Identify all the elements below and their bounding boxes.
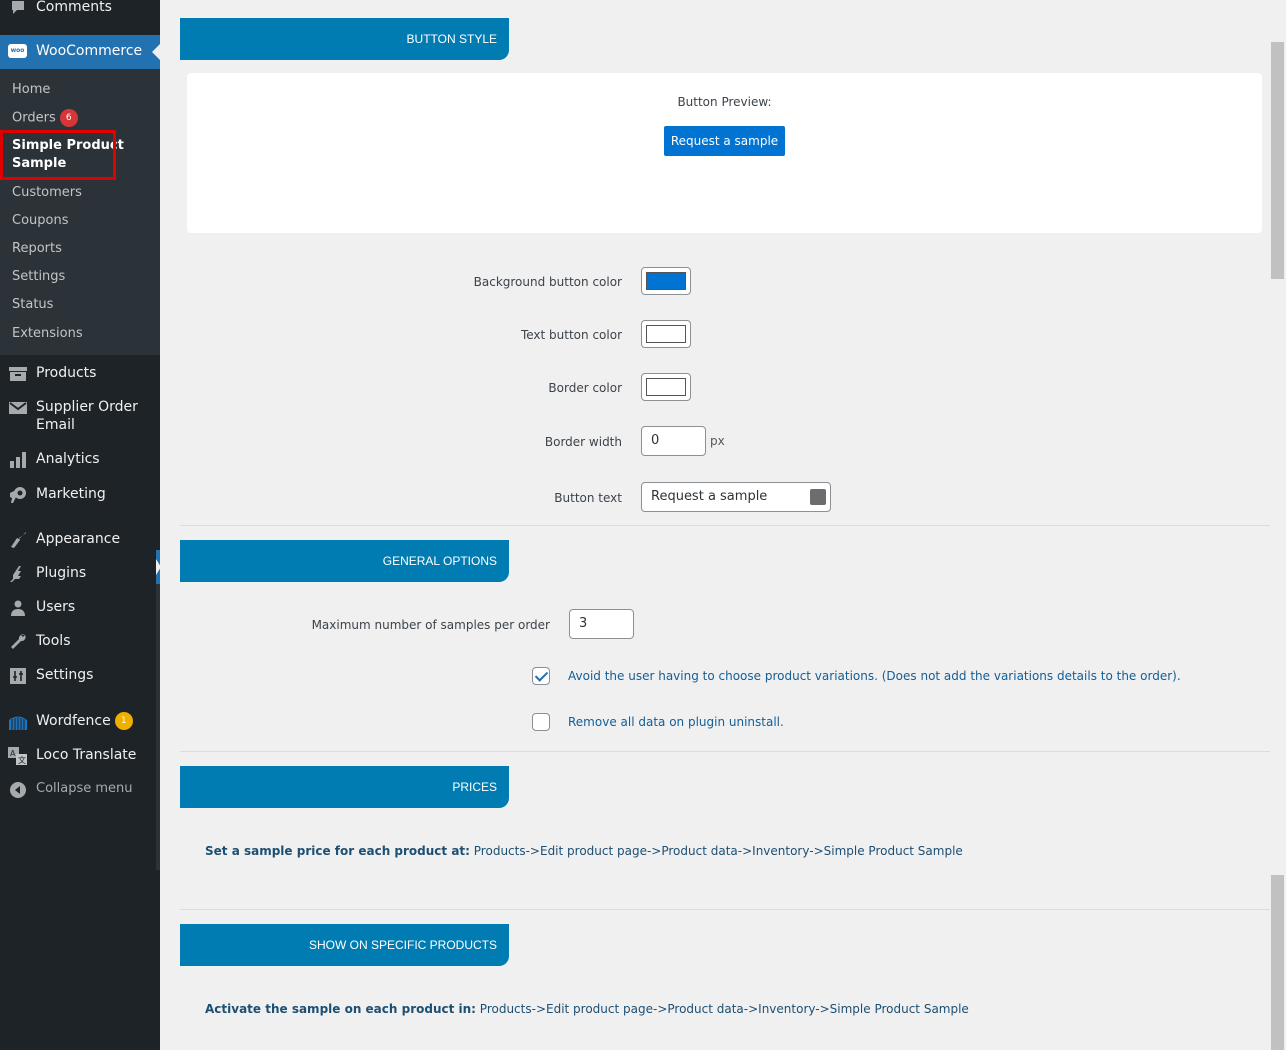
border-width-input[interactable]: 0 <box>641 426 706 456</box>
avoid-variations-label[interactable]: Avoid the user having to choose product … <box>568 669 1181 683</box>
avoid-variations-checkbox[interactable] <box>532 667 550 685</box>
sidebar-item-woocommerce[interactable]: woo WooCommerce <box>0 35 160 69</box>
megaphone-icon <box>8 485 28 505</box>
sidebar-item-comments[interactable]: Comments <box>0 0 160 18</box>
password-manager-icon[interactable] <box>810 489 826 505</box>
section-divider <box>180 751 1270 752</box>
section-header-prices: PRICES <box>180 766 509 808</box>
button-preview-label: Button Preview: <box>677 95 772 109</box>
page-scrollbar-thumb-secondary[interactable] <box>1271 875 1284 1050</box>
background-color-swatch <box>646 272 686 290</box>
admin-sidebar: Comments woo WooCommerce Home Orders 6 Si… <box>0 0 161 1050</box>
section-header-general-options: GENERAL OPTIONS <box>180 540 509 582</box>
submenu-coupons[interactable]: Coupons <box>12 212 69 230</box>
orders-count-badge: 6 <box>59 109 78 127</box>
background-color-picker[interactable] <box>641 267 691 295</box>
envelope-icon <box>8 398 28 418</box>
page-scrollbar-thumb[interactable] <box>1271 42 1284 279</box>
button-text-label: Button text <box>554 491 622 505</box>
paintbrush-icon <box>8 530 28 550</box>
button-text-input[interactable]: Request a sample <box>641 482 831 512</box>
submenu-settings[interactable]: Settings <box>12 268 65 286</box>
text-color-label: Text button color <box>520 328 622 342</box>
submenu-customers[interactable]: Customers <box>12 184 82 202</box>
wordfence-count-badge: 1 <box>114 712 133 730</box>
remove-data-label[interactable]: Remove all data on plugin uninstall. <box>568 715 784 729</box>
prices-info: Set a sample price for each product at: … <box>205 844 963 858</box>
wrench-icon <box>8 632 28 652</box>
remove-data-checkbox[interactable] <box>532 713 550 731</box>
submenu-status[interactable]: Status <box>12 296 53 314</box>
section-divider <box>180 909 1270 910</box>
section-divider <box>180 525 1270 526</box>
border-color-label: Border color <box>548 381 622 395</box>
highlight-box <box>0 130 116 180</box>
border-color-picker[interactable] <box>641 373 691 401</box>
submenu-reports[interactable]: Reports <box>12 240 62 258</box>
button-preview-card: Button Preview: Request a sample <box>187 73 1262 233</box>
request-sample-preview-button[interactable]: Request a sample <box>664 126 785 156</box>
submenu-home[interactable]: Home <box>12 81 50 99</box>
svg-text:文: 文 <box>18 755 26 765</box>
woocommerce-logo-icon: woo <box>8 44 27 58</box>
border-width-unit: px <box>710 434 725 448</box>
border-width-label: Border width <box>544 435 622 449</box>
translate-icon: A文 <box>8 746 28 766</box>
section-header-button-style: BUTTON STYLE <box>180 18 509 60</box>
show-on-products-info: Activate the sample on each product in: … <box>205 1002 969 1016</box>
sidebar-scrollbar[interactable] <box>156 550 160 870</box>
sliders-icon <box>8 666 28 686</box>
archive-icon <box>8 364 28 384</box>
text-color-swatch <box>646 325 686 343</box>
plug-icon <box>8 564 28 584</box>
submenu-orders[interactable]: Orders 6 <box>12 109 78 128</box>
text-color-picker[interactable] <box>641 320 691 348</box>
max-samples-label: Maximum number of samples per order <box>311 618 550 632</box>
svg-text:A: A <box>10 749 16 758</box>
sidebar-scroll-indicator <box>156 550 161 584</box>
submenu-extensions[interactable]: Extensions <box>12 325 83 343</box>
wordfence-icon <box>8 712 28 732</box>
border-color-swatch <box>646 378 686 396</box>
user-icon <box>8 598 28 618</box>
bar-chart-icon <box>8 450 28 470</box>
section-header-show-on-specific-products: SHOW ON SPECIFIC PRODUCTS <box>180 924 509 966</box>
max-samples-input[interactable]: 3 <box>569 609 634 639</box>
current-menu-arrow <box>152 44 160 60</box>
collapse-icon <box>8 780 28 800</box>
comment-icon <box>8 0 28 18</box>
background-color-label: Background button color <box>473 275 622 289</box>
